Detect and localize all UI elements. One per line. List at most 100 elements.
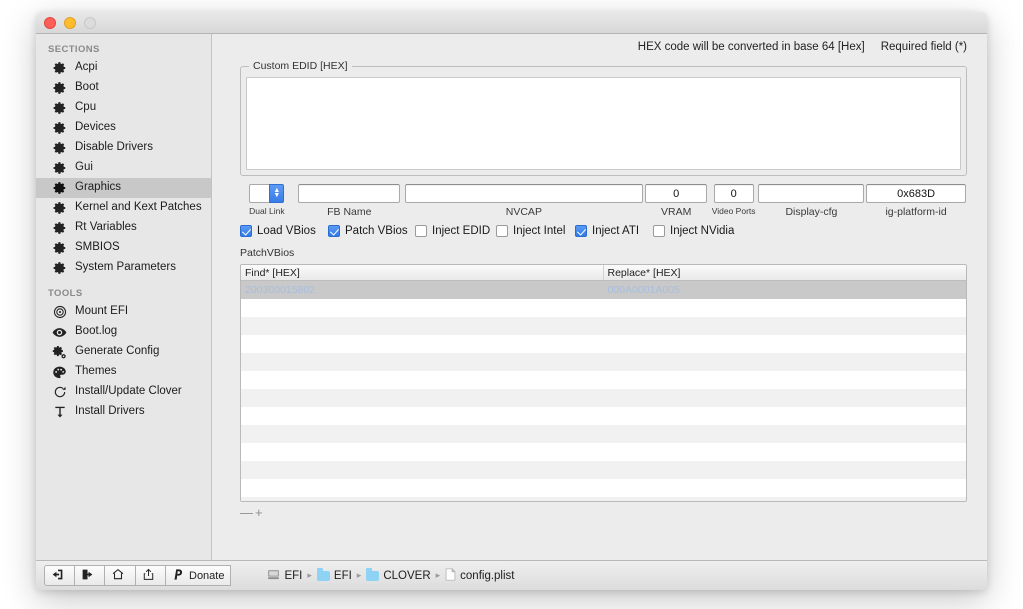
sidebar-item-label: System Parameters <box>75 261 176 274</box>
fb-name-input[interactable] <box>298 184 401 203</box>
donate-button[interactable]: Donate <box>165 565 232 586</box>
export-button[interactable] <box>74 565 105 586</box>
home-button[interactable] <box>104 565 136 586</box>
sidebar-tools-header: TOOLS <box>48 288 83 299</box>
breadcrumb-label: EFI <box>333 569 352 582</box>
load-vbios-checkbox[interactable]: Load VBios <box>240 225 328 237</box>
minimize-window-button[interactable] <box>64 16 76 29</box>
graphics-content: Custom EDID [HEX] ▲ ▼ Dual Link FB Name … <box>212 60 987 560</box>
gear-icon <box>52 161 67 176</box>
table-row[interactable] <box>241 407 966 425</box>
graphics-fields-row: ▲ ▼ Dual Link FB Name NVCAP 0 VRAM 0 Vid… <box>240 184 967 218</box>
chevron-updown-icon[interactable]: ▲ ▼ <box>269 184 285 203</box>
breadcrumb-separator: ▸ <box>307 570 312 580</box>
dual-link-input[interactable] <box>249 184 270 203</box>
install-arrow-icon <box>52 405 67 420</box>
sidebar-item-cpu[interactable]: Cpu <box>36 98 211 118</box>
table-row[interactable] <box>241 425 966 443</box>
cell-find <box>241 479 604 497</box>
custom-edid-input[interactable] <box>246 77 961 170</box>
nvcap-input[interactable] <box>404 184 643 203</box>
hex-conversion-note: HEX code will be converted in base 64 [H… <box>637 41 865 53</box>
sidebar-item-smbios[interactable]: SMBIOS <box>36 238 211 258</box>
vram-input[interactable]: 0 <box>645 184 708 203</box>
sidebar-item-boot-log[interactable]: Boot.log <box>36 322 211 342</box>
share-button[interactable] <box>135 565 166 586</box>
app-window: SECTIONS Acpi Boot Cpu Devices Disable D… <box>36 12 987 590</box>
cell-replace <box>604 389 967 407</box>
table-row[interactable]: 200300015802 000A0001A005 <box>241 281 966 299</box>
table-row[interactable] <box>241 497 966 501</box>
gear-icon <box>52 81 67 96</box>
sidebar-item-devices[interactable]: Devices <box>36 118 211 138</box>
breadcrumb-item-efi[interactable]: EFI <box>316 568 352 582</box>
breadcrumb-item-disk[interactable]: EFI <box>267 569 302 583</box>
checkbox-icon[interactable] <box>496 225 508 237</box>
video-ports-input[interactable]: 0 <box>713 184 754 203</box>
table-row[interactable] <box>241 461 966 479</box>
zoom-window-button[interactable] <box>84 16 96 29</box>
display-cfg-input[interactable] <box>758 184 865 203</box>
table-row[interactable] <box>241 317 966 335</box>
patch-vbios-table[interactable]: Find* [HEX] Replace* [HEX] 200300015802 … <box>240 264 967 502</box>
sidebar-item-rt-variables[interactable]: Rt Variables <box>36 218 211 238</box>
inject-ati-checkbox[interactable]: Inject ATI <box>575 225 653 237</box>
share-icon <box>142 568 155 584</box>
sidebar-item-install-drivers[interactable]: Install Drivers <box>36 402 211 422</box>
cell-find <box>241 371 604 389</box>
cell-find <box>241 407 604 425</box>
table-row[interactable] <box>241 299 966 317</box>
add-row-button[interactable]: + <box>255 505 263 520</box>
sidebar-item-label: Mount EFI <box>75 305 129 318</box>
sidebar-item-themes[interactable]: Themes <box>36 362 211 382</box>
sidebar-item-boot[interactable]: Boot <box>36 78 211 98</box>
sidebar-item-label: Cpu <box>75 101 97 114</box>
cell-find <box>241 443 604 461</box>
column-header-replace[interactable]: Replace* [HEX] <box>604 265 967 280</box>
sidebar-item-label: Gui <box>75 161 93 174</box>
vram-label: VRAM <box>661 206 692 218</box>
cell-find <box>241 461 604 479</box>
table-row[interactable] <box>241 353 966 371</box>
sidebar-item-label: Devices <box>75 121 116 134</box>
breadcrumb-item-clover[interactable]: CLOVER <box>366 568 431 582</box>
inject-nvidia-checkbox[interactable]: Inject NVidia <box>653 225 734 237</box>
table-row[interactable] <box>241 371 966 389</box>
paypal-icon <box>172 568 185 584</box>
checkmark-icon[interactable] <box>328 225 340 237</box>
table-row[interactable] <box>241 335 966 353</box>
breadcrumb-item-config-plist[interactable]: config.plist <box>445 567 515 584</box>
cell-replace <box>604 317 967 335</box>
cell-find <box>241 425 604 443</box>
import-button[interactable] <box>44 565 75 586</box>
column-header-find[interactable]: Find* [HEX] <box>241 265 604 280</box>
cell-replace <box>604 425 967 443</box>
checkmark-icon[interactable] <box>240 225 252 237</box>
sidebar-item-disable-drivers[interactable]: Disable Drivers <box>36 138 211 158</box>
sidebar-item-label: Generate Config <box>75 345 160 358</box>
sidebar-item-gui[interactable]: Gui <box>36 158 211 178</box>
inject-edid-checkbox[interactable]: Inject EDID <box>415 225 496 237</box>
window-titlebar <box>36 12 987 34</box>
dual-link-stepper[interactable]: ▲ ▼ <box>249 184 285 203</box>
sidebar-item-graphics[interactable]: Graphics <box>36 178 211 198</box>
checkmark-icon[interactable] <box>575 225 587 237</box>
sidebar-item-generate-config[interactable]: Generate Config <box>36 342 211 362</box>
inject-intel-checkbox[interactable]: Inject Intel <box>496 225 575 237</box>
ig-platform-id-input[interactable]: 0x683D <box>866 184 967 203</box>
table-row[interactable] <box>241 443 966 461</box>
sidebar-item-mount-efi[interactable]: Mount EFI <box>36 302 211 322</box>
patch-vbios-checkbox[interactable]: Patch VBios <box>328 225 415 237</box>
cell-find <box>241 299 604 317</box>
remove-row-button[interactable]: — <box>240 505 253 520</box>
close-window-button[interactable] <box>44 16 56 29</box>
sidebar-item-kernel-and-kext-patches[interactable]: Kernel and Kext Patches <box>36 198 211 218</box>
sidebar-item-install-update-clover[interactable]: Install/Update Clover <box>36 382 211 402</box>
checkbox-icon[interactable] <box>415 225 427 237</box>
table-row[interactable] <box>241 389 966 407</box>
gear-icon <box>52 241 67 256</box>
sidebar-item-acpi[interactable]: Acpi <box>36 58 211 78</box>
sidebar-item-system-parameters[interactable]: System Parameters <box>36 258 211 278</box>
table-row[interactable] <box>241 479 966 497</box>
checkbox-icon[interactable] <box>653 225 665 237</box>
